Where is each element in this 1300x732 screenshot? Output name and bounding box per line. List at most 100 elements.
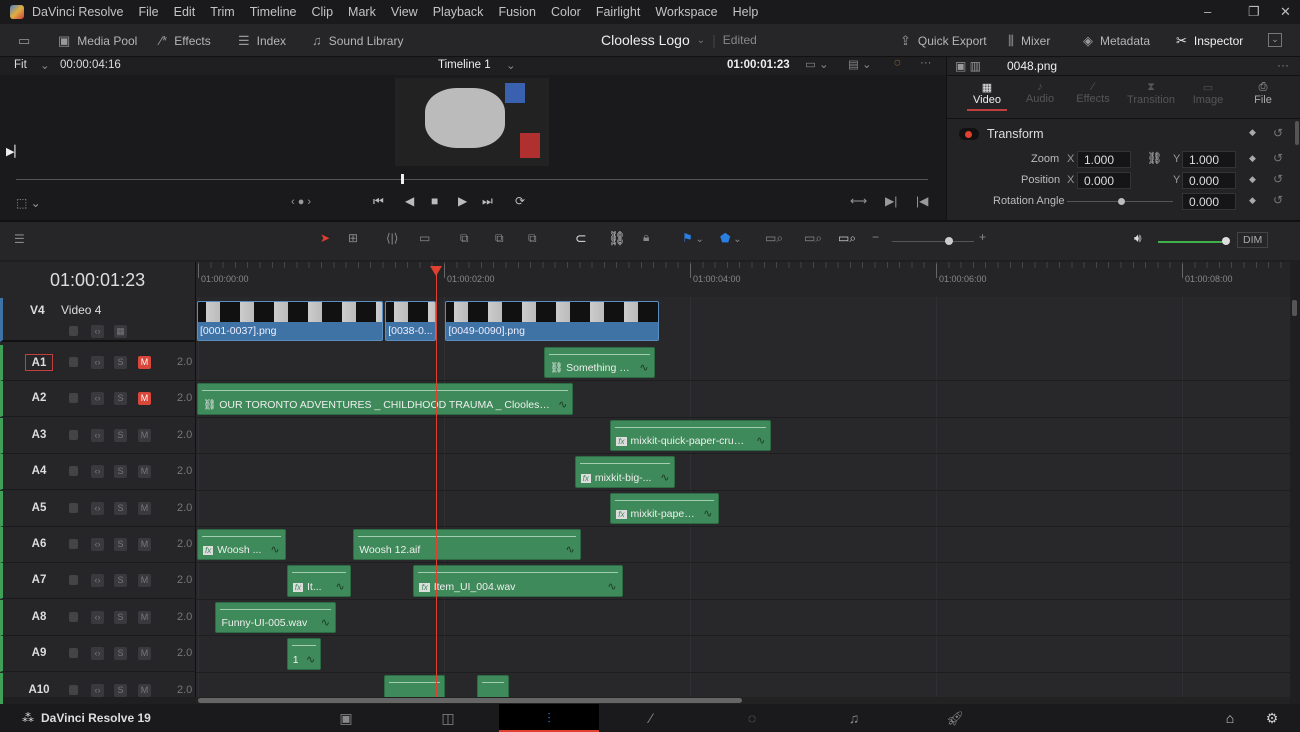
position-y-field[interactable] xyxy=(1182,172,1236,189)
menu-color[interactable]: Color xyxy=(551,5,581,19)
auto-select-icon[interactable]: ‹› xyxy=(91,610,104,624)
track-header-a8[interactable]: A8 ‹› S M 2.0 xyxy=(0,599,196,636)
expand-icon[interactable]: ⌄ xyxy=(1268,33,1282,47)
mute-button[interactable]: M xyxy=(138,610,151,624)
menu-mark[interactable]: Mark xyxy=(348,5,376,19)
lock-icon[interactable] xyxy=(69,326,78,336)
tab-image[interactable]: ▭ Image xyxy=(1188,81,1228,106)
mute-button[interactable]: M xyxy=(138,356,151,369)
mute-button[interactable]: M xyxy=(138,428,151,442)
volume-slider[interactable] xyxy=(1158,241,1226,243)
solo-button[interactable]: S xyxy=(114,683,127,697)
mute-button[interactable]: M xyxy=(138,647,151,661)
fade-curve-icon[interactable]: ∿ xyxy=(607,580,616,593)
effects-button[interactable]: ⁄* Effects xyxy=(160,33,211,48)
zoom-x-field[interactable] xyxy=(1077,151,1131,168)
track-header-a3[interactable]: A3 ‹› S M 2.0 xyxy=(0,417,196,454)
page-media-icon[interactable]: ▣ xyxy=(296,704,396,732)
position-x-field[interactable] xyxy=(1077,172,1131,189)
audio-clip[interactable]: Woosh 12.aif ∿ xyxy=(353,529,581,561)
solo-button[interactable]: S xyxy=(114,538,127,551)
page-color-icon[interactable]: ◌ xyxy=(702,704,802,732)
timeline-view-options-icon[interactable]: ☰ xyxy=(14,232,25,246)
insert-clip-icon[interactable]: ⧉ xyxy=(460,231,469,246)
zoom-slider[interactable] xyxy=(892,241,974,242)
menu-view[interactable]: View xyxy=(391,5,418,19)
viewer-size-icon[interactable]: ▭ ⌄ xyxy=(805,57,829,71)
page-cut-icon[interactable]: ◫ xyxy=(398,704,498,732)
trim-tool-icon[interactable]: ⊞ xyxy=(348,231,358,245)
lock-icon[interactable] xyxy=(69,648,78,659)
rotation-field[interactable] xyxy=(1182,193,1236,210)
page-fairlight-icon[interactable]: ♫ xyxy=(804,704,904,732)
sound-library-button[interactable]: ♫ Sound Library xyxy=(312,33,403,48)
audio-clip[interactable]: fx mixkit-big-... ∿ xyxy=(574,456,676,488)
more-options-icon[interactable]: ··· xyxy=(1277,58,1289,72)
track-header-a4[interactable]: A4 ‹› S M 2.0 xyxy=(0,454,196,491)
audio-clip[interactable]: fx mixkit-paper... ∿ xyxy=(610,492,719,524)
track-header-a5[interactable]: A5 ‹› S M 2.0 xyxy=(0,490,196,527)
track-header-v4[interactable]: V4 Video 4 ‹› ▦ xyxy=(0,298,196,342)
tab-effects[interactable]: ⁄ Effects xyxy=(1073,81,1113,105)
track-id[interactable]: A9 xyxy=(25,645,53,662)
auto-select-icon[interactable]: ‹› xyxy=(91,428,104,442)
tab-video[interactable]: ▦ Video xyxy=(967,81,1007,111)
inspector-button[interactable]: ✂ Inspector xyxy=(1176,33,1243,49)
tab-file[interactable]: ⎙ File xyxy=(1243,81,1283,106)
zoom-detail-icon[interactable]: ▭⌕ xyxy=(804,231,822,246)
mixer-button[interactable]: ⫼ Mixer xyxy=(1008,33,1050,49)
page-deliver-icon[interactable]: 🚀︎ xyxy=(905,704,1005,732)
lock-icon[interactable] xyxy=(69,611,78,622)
mute-button[interactable]: M xyxy=(138,392,151,406)
transform-section-title[interactable]: Transform xyxy=(987,127,1044,141)
linked-selection-icon[interactable]: ⛓ xyxy=(608,230,626,247)
audio-clip[interactable]: fx It... ∿ xyxy=(286,565,351,597)
scrubber-bar[interactable] xyxy=(16,179,928,180)
audio-clip[interactable]: ⛓ Something New(1... ∿ xyxy=(543,347,655,379)
tab-audio[interactable]: ♪ Audio xyxy=(1020,81,1060,105)
solo-button[interactable]: S xyxy=(114,501,127,515)
transform-overlay-icon[interactable]: ⬚ ⌄ xyxy=(16,196,41,210)
keyframe-icon[interactable]: ◆ xyxy=(1249,153,1256,164)
proxy-hq-icon[interactable]: ▤ ⌄ xyxy=(848,57,872,71)
auto-select-icon[interactable]: ‹› xyxy=(91,683,104,697)
overwrite-clip-icon[interactable]: ⧉ xyxy=(495,231,504,246)
index-button[interactable]: ☰ Index xyxy=(238,33,286,49)
lock-icon[interactable] xyxy=(69,575,78,586)
track-id[interactable]: A8 xyxy=(25,609,53,626)
track-header-a9[interactable]: A9 ‹› S M 2.0 xyxy=(0,636,196,673)
menu-fairlight[interactable]: Fairlight xyxy=(596,5,640,19)
video-enable-icon[interactable]: ▦ xyxy=(114,325,127,338)
menu-trim[interactable]: Trim xyxy=(210,5,235,19)
keyframe-icon[interactable]: ◆ xyxy=(1249,195,1256,206)
keyframe-icon[interactable]: ◆ xyxy=(1249,127,1256,138)
video-clip[interactable]: [0049-0090].png xyxy=(445,301,660,341)
mute-button[interactable]: M xyxy=(138,574,151,588)
volume-slider-handle[interactable] xyxy=(1222,237,1230,245)
playhead-line[interactable] xyxy=(436,270,437,697)
fade-curve-icon[interactable]: ∿ xyxy=(336,580,345,593)
dynamic-trim-icon[interactable]: ⟨|⟩ xyxy=(386,231,398,245)
lock-icon[interactable] xyxy=(69,393,78,404)
video-clip[interactable]: [0001-0037].png xyxy=(197,301,383,341)
speaker-icon[interactable]: 🔊︎ xyxy=(1134,231,1142,246)
previous-edit-icon[interactable]: |◀ xyxy=(916,194,928,208)
solo-button[interactable]: S xyxy=(114,647,127,661)
play-reverse-icon[interactable]: ◀ xyxy=(405,194,414,208)
zoom-y-field[interactable] xyxy=(1182,151,1236,168)
flag-icon[interactable]: ⚑ ⌄ xyxy=(682,231,704,245)
keyframe-icon[interactable]: ◆ xyxy=(1249,174,1256,185)
track-id[interactable]: A6 xyxy=(25,536,53,553)
timeline-name-dropdown[interactable]: Timeline 1 xyxy=(438,59,491,71)
solo-button[interactable]: S xyxy=(114,465,127,479)
audio-clip[interactable]: Funny-UI-005.wav ∿ xyxy=(215,601,336,634)
solo-button[interactable]: S xyxy=(114,428,127,442)
tab-transition[interactable]: ⧗ Transition xyxy=(1125,81,1177,106)
lock-icon[interactable] xyxy=(69,357,78,367)
quick-export-button[interactable]: ⇪ Quick Export xyxy=(900,33,987,49)
link-icon[interactable]: ⛓ xyxy=(1147,151,1162,165)
inspector-scrollbar[interactable] xyxy=(1295,121,1299,145)
menu-workspace[interactable]: Workspace xyxy=(655,5,717,19)
mute-button[interactable]: M xyxy=(138,538,151,551)
marker-icon[interactable]: ⬟ ⌄ xyxy=(720,231,742,245)
